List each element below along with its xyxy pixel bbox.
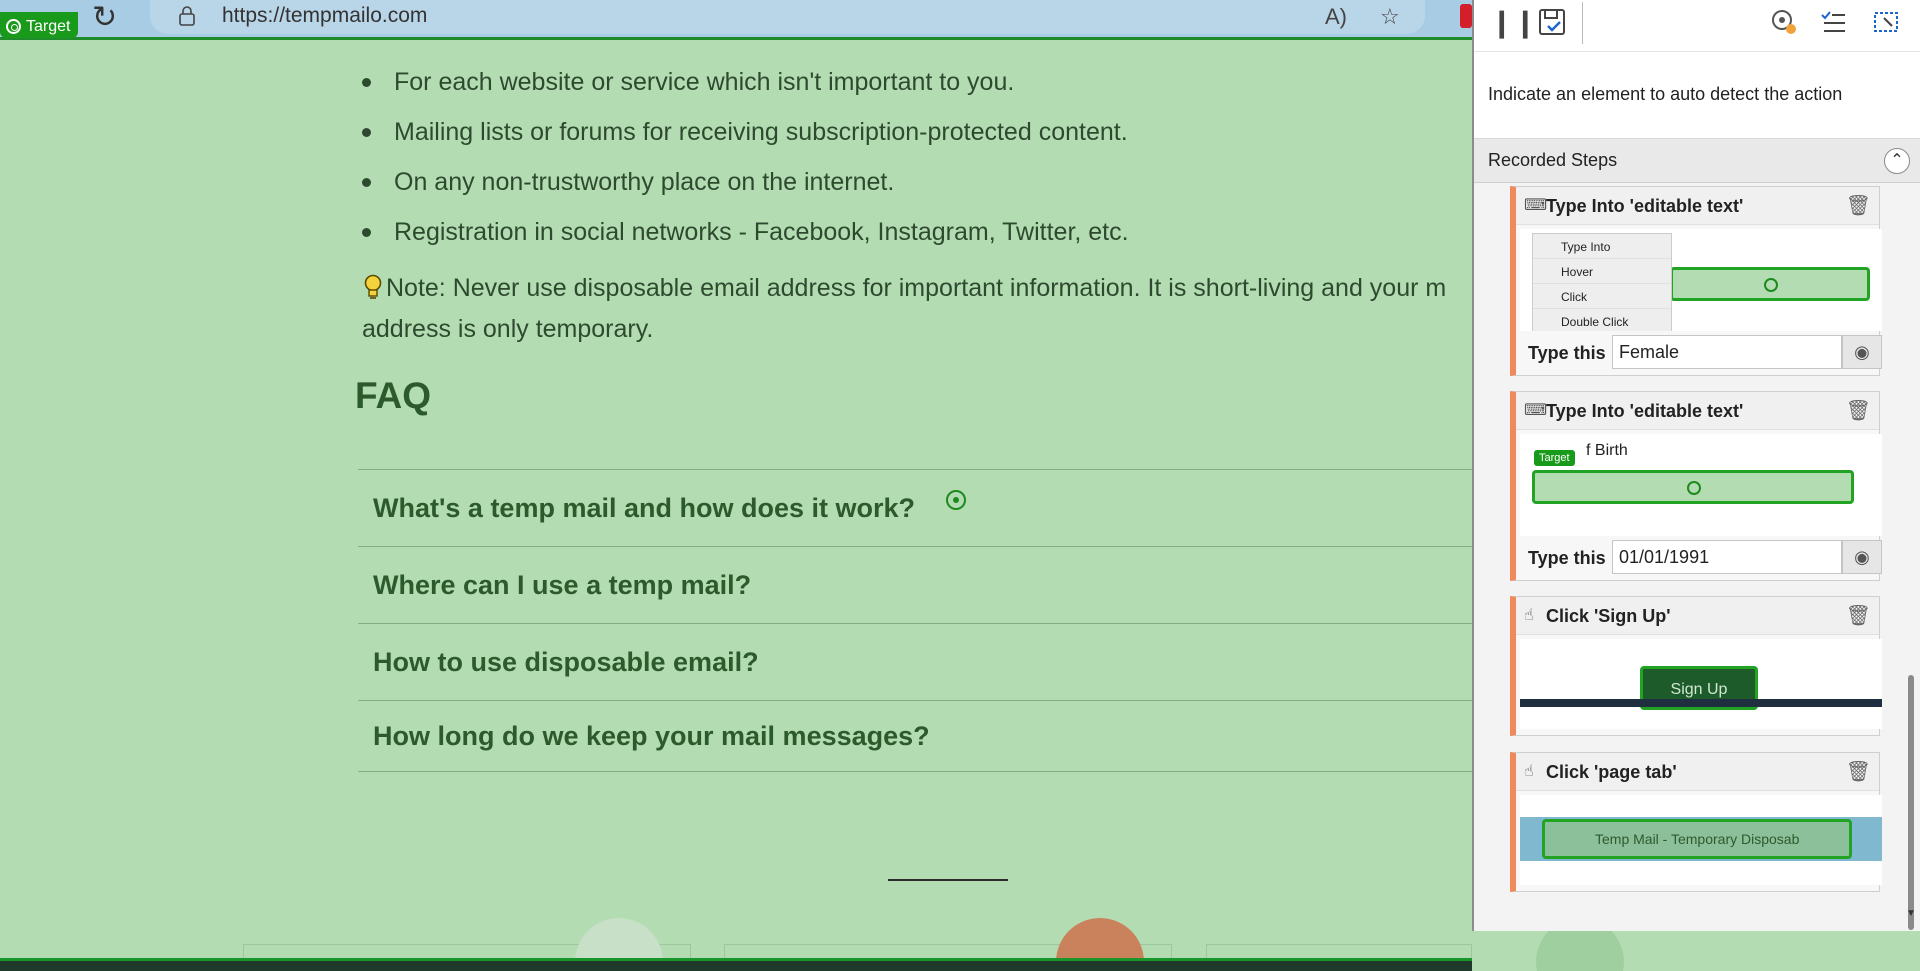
read-aloud-icon[interactable]: A) [1325,4,1347,30]
preview-target-tag: Target [1534,450,1575,466]
reload-icon[interactable]: ↻ [92,0,117,35]
list-item: On any non-trustworthy place on the inte… [362,162,1129,212]
divider [888,879,1008,881]
step-preview: f Birth Target [1520,434,1882,536]
type-label: Type this [1528,548,1606,568]
step-title: Click 'page tab' [1546,762,1677,782]
step-preview: Type Into Hover Click Double Click [1520,229,1882,331]
hint-area: Indicate an element to auto detect the a… [1474,52,1920,139]
faq-heading: FAQ [355,375,432,416]
target-badge: Target [0,12,79,38]
list-item: For each website or service which isn't … [362,62,1129,112]
step-title: Type Into 'editable text' [1546,401,1744,421]
lock-icon [179,6,195,26]
target-icon [6,19,21,34]
action-menu: Type Into Hover Click Double Click [1532,233,1672,331]
scroll-down-icon[interactable]: ▼ [1906,908,1916,919]
list-item: Mailing lists or forums for receiving su… [362,112,1129,162]
preview-field [1532,470,1854,504]
step-header: ⌨ Type Into 'editable text' 🗑 [1516,392,1879,430]
recorded-steps-header: Recorded Steps ⌃ [1474,139,1920,183]
trash-icon[interactable]: 🗑 [1846,603,1871,628]
faq-item-keep-messages[interactable]: How long do we keep your mail messages? [358,700,1472,772]
faq-item-how-to-use[interactable]: How to use disposable email? [358,623,1472,700]
faq-item-how-it-works[interactable]: What's a temp mail and how does it work? [358,469,1472,546]
browser-toolbar: Target ↻ https://tempmailo.com A) ☆ [0,0,1472,40]
usage-bullet-list: For each website or service which isn't … [362,62,1129,262]
taskbar [0,958,1472,971]
recorded-steps-title: Recorded Steps [1488,150,1618,170]
note-text-line1: Note: Never use disposable email address… [386,274,1447,302]
type-value-input[interactable]: Female [1612,335,1842,369]
preview-field [1670,267,1870,301]
step-preview: Temp Mail - Temporary Disposab [1520,795,1882,885]
lightbulb-icon [364,274,382,299]
menu-item: Type Into [1533,234,1671,259]
list-item: Registration in social networks - Facebo… [362,212,1129,262]
menu-item: Hover [1533,259,1671,284]
page-edge [1904,931,1920,971]
type-into-icon: ⌨ [1524,197,1548,214]
trash-icon[interactable]: 🗑 [1846,193,1871,218]
trash-icon[interactable]: 🗑 [1846,398,1871,423]
checklist-icon[interactable] [1820,10,1846,34]
type-value-input[interactable]: 01/01/1991 [1612,540,1842,574]
target-label: Target [26,17,71,35]
extension-icon[interactable] [1460,4,1472,28]
faq-item-where-use[interactable]: Where can I use a temp mail? [358,546,1472,623]
hint-text: Indicate an element to auto detect the a… [1488,84,1843,104]
add-favorite-icon[interactable]: ☆ [1380,4,1400,30]
pause-icon[interactable]: ❙❙ [1490,6,1537,39]
trash-icon[interactable]: 🗑 [1846,759,1871,784]
preview-tabbar: Temp Mail - Temporary Disposab [1520,817,1882,861]
preview-page-tab: Temp Mail - Temporary Disposab [1542,819,1852,859]
step-card[interactable]: ⌨ Type Into 'editable text' 🗑 f Birth Ta… [1510,391,1882,581]
menu-item: Double Click [1533,309,1671,331]
type-into-icon: ⌨ [1524,402,1548,419]
step-title: Type Into 'editable text' [1546,196,1744,216]
preview-strip [1520,699,1882,707]
step-header: ⌨ Type Into 'editable text' 🗑 [1516,187,1879,225]
crosshair-icon [946,490,966,510]
record-selector-icon[interactable] [1872,8,1900,36]
target-settings-icon[interactable] [1770,8,1798,36]
eye-slash-icon[interactable]: ◉ [1842,335,1882,369]
step-header: ☝ Click 'Sign Up' 🗑 [1516,597,1879,635]
note-text-line2: address is only temporary. [362,315,654,343]
click-icon: ☝ [1524,607,1534,624]
step-card[interactable]: ☝ Click 'Sign Up' 🗑 Sign Up [1510,596,1882,736]
step-title: Click 'Sign Up' [1546,606,1671,626]
menu-item: Click [1533,284,1671,309]
step-header: ☝ Click 'page tab' 🗑 [1516,753,1879,791]
click-icon: ☝ [1524,763,1534,780]
scrollbar-thumb[interactable] [1908,675,1914,930]
step-card[interactable]: ⌨ Type Into 'editable text' 🗑 Type Into … [1510,186,1882,376]
type-row: Type this 01/01/1991 ◉ [1522,540,1882,576]
step-preview: Sign Up [1520,639,1882,729]
chevron-up-icon[interactable]: ⌃ [1884,148,1910,174]
type-row: Type this Female ◉ [1522,335,1882,371]
step-card[interactable]: ☝ Click 'page tab' 🗑 Temp Mail - Tempora… [1510,752,1882,892]
eye-slash-icon[interactable]: ◉ [1842,540,1882,574]
save-icon[interactable] [1538,8,1566,36]
note-paragraph: Note: Never use disposable email address… [362,268,1472,350]
toolbar-divider [1582,2,1583,44]
type-label: Type this [1528,343,1606,363]
preview-label: f Birth [1586,442,1628,459]
recorder-toolbar: ❙❙ [1474,0,1920,52]
address-url[interactable]: https://tempmailo.com [222,4,427,28]
faq-accordion: What's a temp mail and how does it work?… [358,469,1472,772]
